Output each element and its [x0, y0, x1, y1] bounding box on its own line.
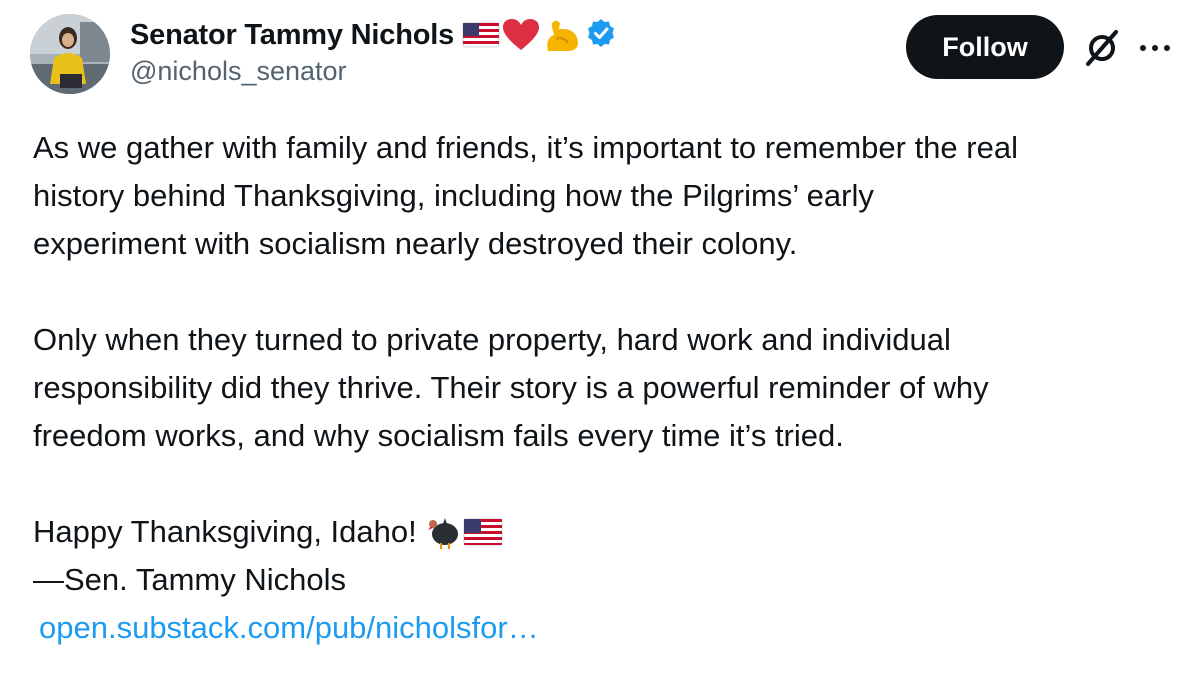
more-dots-icon[interactable]	[1138, 38, 1172, 58]
name-emoji-group	[462, 17, 616, 53]
avatar-photo-icon	[30, 14, 110, 94]
greeting-line: Happy Thanksgiving, Idaho!	[33, 508, 1183, 556]
tweet-card: Senator Tammy Nichols @nichols_senator F…	[0, 0, 1200, 677]
follow-button[interactable]: Follow	[906, 15, 1064, 79]
substack-link[interactable]: open.substack.com/pub/nicholsfor…	[39, 604, 1183, 652]
tweet-paragraph-2: Only when they turned to private propert…	[33, 322, 989, 453]
tweet-paragraph-1: As we gather with family and friends, it…	[33, 130, 1018, 261]
author-display-name[interactable]: Senator Tammy Nichols	[130, 19, 454, 52]
grok-slash-icon[interactable]	[1082, 28, 1122, 68]
tweet-body: As we gather with family and friends, it…	[33, 124, 1183, 652]
turkey-icon	[427, 518, 458, 549]
us-flag-icon	[463, 518, 503, 546]
flexed-biceps-icon	[547, 20, 579, 51]
us-flag-icon	[462, 22, 500, 48]
avatar[interactable]	[30, 14, 110, 94]
tweet-greeting: Happy Thanksgiving, Idaho!	[33, 514, 417, 549]
tweet-signature: —Sen. Tammy Nichols	[33, 562, 346, 597]
verified-badge-icon	[586, 18, 616, 53]
author-name-row: Senator Tammy Nichols	[130, 14, 616, 56]
author-handle[interactable]: @nichols_senator	[130, 56, 347, 87]
red-heart-icon	[503, 19, 540, 50]
greeting-emoji-group	[425, 514, 503, 550]
